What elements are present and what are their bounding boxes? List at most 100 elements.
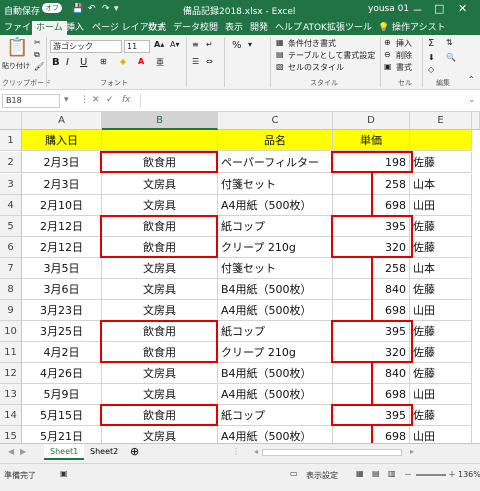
- header-cell-item-name[interactable]: 品名: [218, 130, 333, 151]
- row-header[interactable]: 15: [0, 426, 22, 443]
- cell-item-name[interactable]: 紙コップ: [218, 405, 333, 426]
- add-sheet-icon[interactable]: ⊕: [124, 444, 145, 460]
- cell-category[interactable]: 文房具: [102, 300, 218, 321]
- page-break-view-icon[interactable]: ▥: [388, 469, 396, 478]
- cell-purchase-date[interactable]: 5月15日: [22, 405, 102, 426]
- sheet-tab-1[interactable]: Sheet1: [44, 444, 85, 460]
- formula-input[interactable]: [140, 94, 466, 108]
- row-header[interactable]: 5: [0, 216, 22, 237]
- font-size-select[interactable]: 11: [124, 40, 150, 53]
- tab-insert[interactable]: 挿入: [66, 21, 84, 35]
- cell-item-name[interactable]: クリープ 210g: [218, 342, 333, 363]
- conditional-format-button[interactable]: 条件付き書式: [288, 38, 336, 49]
- expand-formula-icon[interactable]: ⌄: [468, 95, 476, 105]
- insert-cells-icon[interactable]: ⊕: [384, 38, 391, 47]
- underline-button[interactable]: U: [80, 57, 87, 68]
- number-format-icon[interactable]: ▾: [248, 40, 252, 49]
- font-name-select[interactable]: 游ゴシック: [50, 40, 122, 53]
- maximize-icon[interactable]: □: [434, 2, 444, 15]
- cell-purchase-date[interactable]: 5月21日: [22, 426, 102, 443]
- tab-help[interactable]: ヘルプ: [275, 21, 302, 35]
- cell-purchase-date[interactable]: 2月12日: [22, 237, 102, 258]
- tab-home[interactable]: ホーム: [32, 21, 67, 35]
- name-box[interactable]: B18: [2, 94, 60, 108]
- paste-button[interactable]: 貼り付け: [2, 61, 30, 71]
- cell-item-name[interactable]: ペーパーフィルター: [218, 152, 333, 173]
- column-header-f[interactable]: [472, 112, 480, 130]
- worksheet-grid[interactable]: ABCDE 123456789101112131415161718 購入日品名単…: [0, 112, 480, 443]
- cell-item-name[interactable]: A4用紙（500枚）: [218, 300, 333, 321]
- clear-icon[interactable]: ◇: [428, 65, 434, 74]
- row-header[interactable]: 11: [0, 342, 22, 363]
- row-header[interactable]: 3: [0, 174, 22, 195]
- zoom-in-icon[interactable]: ＋: [448, 469, 456, 480]
- cell-item-name[interactable]: A4用紙（500枚）: [218, 195, 333, 216]
- display-settings-button[interactable]: 表示設定: [306, 470, 338, 481]
- confirm-entry-icon[interactable]: ✓: [106, 95, 114, 105]
- zoom-slider[interactable]: [416, 474, 446, 476]
- page-layout-view-icon[interactable]: ▤: [372, 469, 380, 478]
- cut-icon[interactable]: ✂: [34, 38, 41, 47]
- save-icon[interactable]: 💾: [72, 4, 83, 14]
- horizontal-scrollbar[interactable]: [262, 449, 402, 456]
- column-header-b[interactable]: B: [102, 112, 218, 130]
- cell-style-icon[interactable]: ▧: [276, 62, 284, 71]
- conditional-format-icon[interactable]: ▦: [276, 38, 284, 47]
- cell-category[interactable]: 文房具: [102, 174, 218, 195]
- cell-purchase-date[interactable]: 2月12日: [22, 216, 102, 237]
- format-cells-icon[interactable]: ▣: [384, 62, 392, 71]
- cell-purchase-date[interactable]: 2月10日: [22, 195, 102, 216]
- sort-filter-icon[interactable]: ⇅: [446, 38, 453, 47]
- name-box-dropdown-icon[interactable]: ▾: [64, 95, 69, 105]
- cell-purchase-date[interactable]: 3月6日: [22, 279, 102, 300]
- undo-icon[interactable]: ↶: [88, 4, 96, 14]
- column-header-c[interactable]: C: [218, 112, 333, 130]
- cell-category[interactable]: 文房具: [102, 258, 218, 279]
- cell-item-name[interactable]: 紙コップ: [218, 321, 333, 342]
- tab-view[interactable]: 表示: [225, 21, 243, 35]
- fill-color-icon[interactable]: ◆: [120, 57, 126, 66]
- column-header-a[interactable]: A: [22, 112, 102, 130]
- cell-item-name[interactable]: A4用紙（500枚）: [218, 384, 333, 405]
- cell-buyer[interactable]: 山田: [410, 384, 472, 405]
- fill-icon[interactable]: ⬇: [428, 53, 435, 62]
- shrink-font-icon[interactable]: A▾: [170, 40, 180, 49]
- cell-style-button[interactable]: セルのスタイル: [288, 62, 344, 73]
- align-left-icon[interactable]: ☰: [192, 57, 199, 66]
- cell-purchase-date[interactable]: 3月25日: [22, 321, 102, 342]
- select-all-corner[interactable]: [0, 112, 22, 130]
- row-header[interactable]: 9: [0, 300, 22, 321]
- cell-purchase-date[interactable]: 5月9日: [22, 384, 102, 405]
- table-format-icon[interactable]: ▤: [276, 50, 284, 59]
- tab-formulas[interactable]: 数式: [148, 21, 166, 35]
- minimize-icon[interactable]: －: [412, 2, 423, 18]
- collapse-ribbon-icon[interactable]: ⌃: [468, 75, 475, 84]
- tell-me-icon[interactable]: 💡: [378, 21, 389, 35]
- cell-buyer[interactable]: 山田: [410, 300, 472, 321]
- cell-category[interactable]: 文房具: [102, 195, 218, 216]
- cell-buyer[interactable]: 佐藤: [410, 321, 472, 342]
- cell-buyer[interactable]: 佐藤: [410, 152, 472, 173]
- macro-record-icon[interactable]: ▣: [60, 469, 68, 478]
- row-header[interactable]: 13: [0, 384, 22, 405]
- customize-qat-icon[interactable]: ▾: [114, 4, 119, 14]
- header-cell-category[interactable]: [102, 130, 218, 151]
- cell-buyer[interactable]: 山田: [410, 426, 472, 443]
- tab-atok[interactable]: ATOK拡張ツール: [303, 21, 372, 35]
- cell-buyer[interactable]: 山田: [410, 195, 472, 216]
- cell-buyer[interactable]: 佐藤: [410, 237, 472, 258]
- row-header[interactable]: 14: [0, 405, 22, 426]
- cell-buyer[interactable]: 山本: [410, 258, 472, 279]
- row-header[interactable]: 7: [0, 258, 22, 279]
- cell-item-name[interactable]: 紙コップ: [218, 216, 333, 237]
- close-icon[interactable]: ✕: [458, 2, 467, 15]
- cell-item-name[interactable]: 付箋セット: [218, 258, 333, 279]
- phonetic-icon[interactable]: 亜: [156, 57, 164, 68]
- font-color-icon[interactable]: A: [138, 57, 144, 66]
- format-painter-icon[interactable]: 🖌: [34, 62, 44, 71]
- zoom-level[interactable]: 136%: [458, 470, 480, 479]
- insert-cells-button[interactable]: 挿入: [396, 38, 412, 49]
- cell-item-name[interactable]: B4用紙（500枚）: [218, 363, 333, 384]
- cancel-entry-icon[interactable]: ✕: [92, 95, 100, 105]
- copy-icon[interactable]: ⧉: [34, 50, 40, 60]
